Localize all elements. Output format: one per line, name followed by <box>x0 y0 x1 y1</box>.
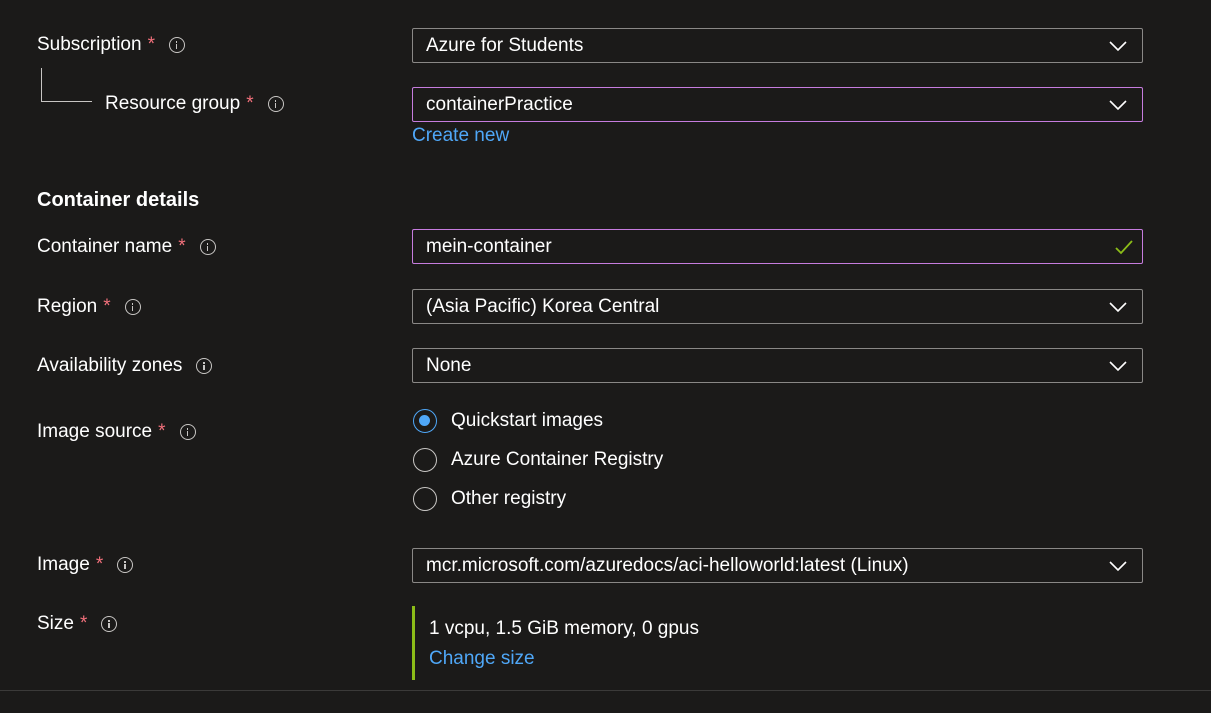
hierarchy-connector <box>41 68 92 102</box>
availability-zones-dropdown[interactable]: None <box>412 348 1143 383</box>
resource-group-label: Resource group <box>105 93 241 114</box>
region-value: (Asia Pacific) Korea Central <box>426 295 660 317</box>
create-container-form: Subscription * Azure for Students Resour… <box>0 0 1211 713</box>
region-dropdown[interactable]: (Asia Pacific) Korea Central <box>412 289 1143 324</box>
required-marker: * <box>158 421 166 442</box>
size-label-row: Size * <box>37 613 118 635</box>
info-icon[interactable] <box>168 37 185 53</box>
required-marker: * <box>147 34 155 55</box>
subscription-dropdown[interactable]: Azure for Students <box>412 28 1143 63</box>
create-new-link[interactable]: Create new <box>412 125 509 147</box>
resource-group-label-row: Resource group * <box>105 93 284 115</box>
image-label: Image <box>37 554 90 575</box>
info-icon[interactable] <box>101 616 118 632</box>
radio-button[interactable] <box>413 487 437 511</box>
image-value: mcr.microsoft.com/azuredocs/aci-hellowor… <box>426 554 909 576</box>
required-marker: * <box>178 236 186 257</box>
container-name-input[interactable]: mein-container <box>412 229 1143 264</box>
radio-label: Azure Container Registry <box>451 449 664 470</box>
container-name-value: mein-container <box>426 235 552 257</box>
subscription-label: Subscription <box>37 34 142 55</box>
change-size-link[interactable]: Change size <box>429 648 535 670</box>
section-title: Container details <box>37 189 200 211</box>
radio-label: Quickstart images <box>451 410 604 431</box>
chevron-down-icon <box>1109 302 1127 313</box>
resource-group-dropdown[interactable]: containerPractice <box>412 87 1143 122</box>
availability-zones-value: None <box>426 354 472 376</box>
radio-quickstart-images[interactable]: Quickstart images <box>413 409 603 433</box>
chevron-down-icon <box>1109 561 1127 572</box>
radio-button[interactable] <box>413 448 437 472</box>
radio-azure-container-registry[interactable]: Azure Container Registry <box>413 448 663 472</box>
radio-other-registry[interactable]: Other registry <box>413 487 566 511</box>
checkmark-icon <box>1115 240 1133 255</box>
image-label-row: Image * <box>37 554 134 576</box>
image-source-label-row: Image source * <box>37 421 196 443</box>
chevron-down-icon <box>1109 100 1127 111</box>
availability-zones-label-row: Availability zones <box>37 355 213 377</box>
radio-label: Other registry <box>451 488 567 509</box>
region-label: Region <box>37 296 98 317</box>
required-marker: * <box>103 296 111 317</box>
required-marker: * <box>246 93 254 114</box>
size-summary: 1 vcpu, 1.5 GiB memory, 0 gpus Change si… <box>412 606 699 680</box>
size-value: 1 vcpu, 1.5 GiB memory, 0 gpus <box>429 618 699 639</box>
region-label-row: Region * <box>37 296 141 318</box>
chevron-down-icon <box>1109 41 1127 52</box>
chevron-down-icon <box>1109 361 1127 372</box>
required-marker: * <box>79 613 88 634</box>
divider <box>0 690 1211 691</box>
info-icon[interactable] <box>196 358 213 374</box>
image-dropdown[interactable]: mcr.microsoft.com/azuredocs/aci-hellowor… <box>412 548 1143 583</box>
required-marker: * <box>95 554 104 575</box>
resource-group-value: containerPractice <box>426 93 573 115</box>
info-icon[interactable] <box>179 424 196 440</box>
info-icon[interactable] <box>267 96 284 112</box>
subscription-value: Azure for Students <box>426 34 584 56</box>
size-label: Size <box>37 613 74 634</box>
info-icon[interactable] <box>117 557 134 573</box>
container-name-label: Container name <box>37 236 173 257</box>
container-name-label-row: Container name * <box>37 236 216 258</box>
availability-zones-label: Availability zones <box>37 355 183 376</box>
subscription-label-row: Subscription * <box>37 34 185 56</box>
info-icon[interactable] <box>199 239 216 255</box>
radio-button-selected[interactable] <box>413 409 437 433</box>
info-icon[interactable] <box>124 299 141 315</box>
image-source-label: Image source <box>37 421 153 442</box>
